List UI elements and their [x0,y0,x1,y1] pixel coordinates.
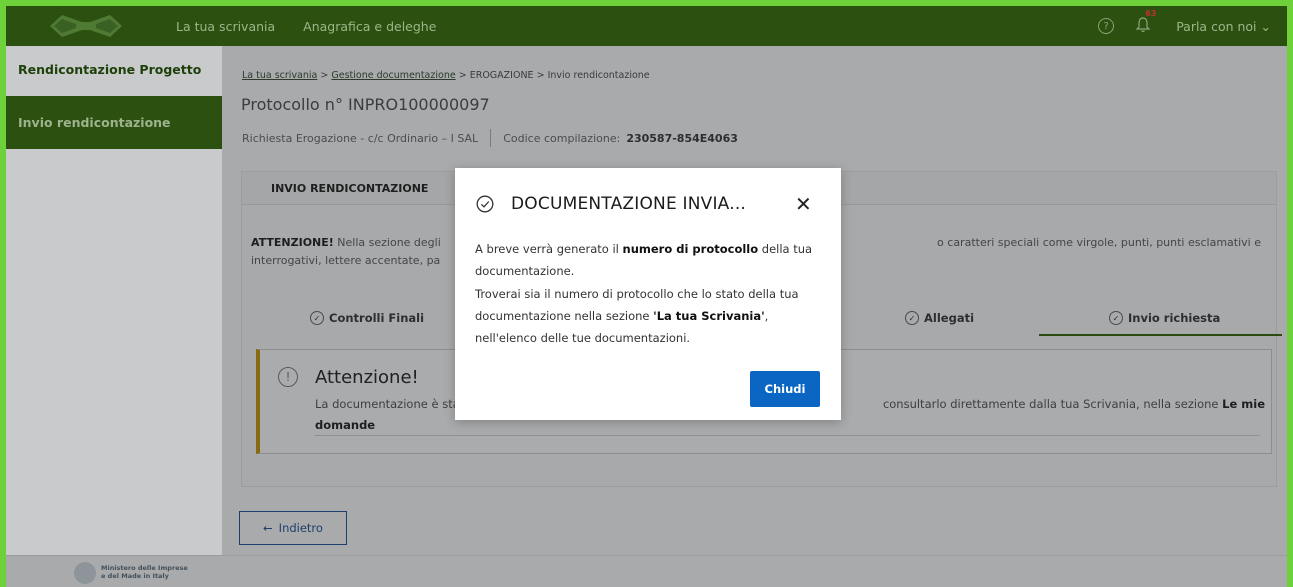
check-circle-icon: ✓ [905,311,919,325]
check-circle-icon: ✓ [1109,311,1123,325]
modal-bold-text: numero di protocollo [622,242,759,256]
warning-text-left-2: interrogativi, lettere accentate, pa [251,254,441,267]
ministry-name-line-1: Ministero delle Imprese [101,564,188,572]
nav-la-tua-scrivania[interactable]: La tua scrivania [176,19,275,34]
breadcrumb-link-scrivania[interactable]: La tua scrivania [242,70,317,81]
top-right-actions: ? 63 Parla con noi ⌄ [1098,6,1287,46]
nav-anagrafica-deleghe[interactable]: Anagrafica e deleghe [303,19,436,34]
help-icon[interactable]: ? [1098,18,1115,34]
top-bar: La tua scrivania Anagrafica e deleghe ? … [6,6,1287,46]
notification-count-badge: 63 [1145,9,1157,18]
back-button[interactable]: ← Indietro [239,511,347,545]
ministry-name: Ministero delle Imprese e del Made in It… [101,564,188,580]
warning-text-left-1: Nella sezione degli [333,236,441,249]
sidebar-title: Rendicontazione Progetto [6,46,222,96]
ministry-name-line-2: e del Made in Italy [101,572,169,580]
success-modal: DOCUMENTAZIONE INVIA... ✕ A breve verrà … [455,168,841,420]
page-subtitle: Richiesta Erogazione - c/c Ordinario – I… [242,129,738,147]
breadcrumb-item-erogazione: EROGAZIONE [469,70,534,81]
notifications-button[interactable]: 63 [1135,9,1156,35]
breadcrumb-separator: > [320,70,329,81]
back-button-label: Indietro [278,521,323,535]
exclamation-circle-icon: ! [278,367,298,387]
breadcrumb-separator: > [458,70,467,81]
request-type: Richiesta Erogazione - c/c Ordinario – I… [242,131,479,145]
breadcrumb-link-gestione[interactable]: Gestione documentazione [331,70,455,81]
breadcrumb-item-current: Invio rendicontazione [547,70,650,81]
modal-text: A breve verrà generato il [475,242,623,256]
tab-label: Invio richiesta [1128,311,1221,325]
code-label: Codice compilazione: [503,131,621,145]
tab-invio-richiesta[interactable]: ✓ Invio richiesta [1109,300,1220,336]
talk-to-us-menu[interactable]: Parla con noi ⌄ [1176,19,1271,34]
check-circle-icon: ✓ [310,311,324,325]
top-nav: La tua scrivania Anagrafica e deleghe [176,6,436,46]
warning-bold: ATTENZIONE! [251,236,334,249]
alert-text-right: consultarlo direttamente dalla tua Scriv… [882,397,1223,411]
tab-allegati[interactable]: ✓ Allegati [905,300,974,336]
bell-icon [1135,17,1151,33]
ministry-emblem-icon [74,562,96,584]
le-mie-domande-link-cont[interactable]: domande [315,418,375,432]
footer: Ministero delle Imprese e del Made in It… [6,555,1287,587]
sidebar: Rendicontazione Progetto Invio rendicont… [6,46,222,587]
alert-title: Attenzione! [315,367,419,388]
warning-text-right-1: o caratteri speciali come virgole, punti… [937,236,1261,249]
tab-label: Allegati [924,311,975,325]
chevron-down-icon: ⌄ [1260,18,1271,34]
talk-to-us-label: Parla con noi [1176,18,1257,34]
active-tab-indicator [1039,334,1282,336]
modal-title: DOCUMENTAZIONE INVIA... [511,194,747,214]
tab-label: Controlli Finali [329,311,425,325]
close-button[interactable]: Chiudi [750,371,820,407]
sidebar-item-invio-rendicontazione[interactable]: Invio rendicontazione [6,96,222,149]
le-mie-domande-link[interactable]: Le mie [1222,397,1265,411]
arrow-left-icon: ← [263,521,273,535]
app-logo[interactable] [36,10,136,42]
divider [315,435,1260,436]
breadcrumb-separator: > [536,70,545,81]
code-value: 230587-854E4063 [626,131,738,145]
close-icon[interactable]: ✕ [795,194,812,214]
page-title: Protocollo n° INPRO100000097 [241,95,490,114]
divider [490,129,492,147]
check-circle-icon [476,195,494,213]
modal-body: A breve verrà generato il numero di prot… [475,238,827,349]
modal-bold-text: 'La tua Scrivania' [653,308,765,323]
tab-controlli-finali[interactable]: ✓ Controlli Finali [310,300,424,336]
breadcrumb: La tua scrivania > Gestione documentazio… [242,70,650,81]
alert-text-left: La documentazione è sta [315,397,460,411]
